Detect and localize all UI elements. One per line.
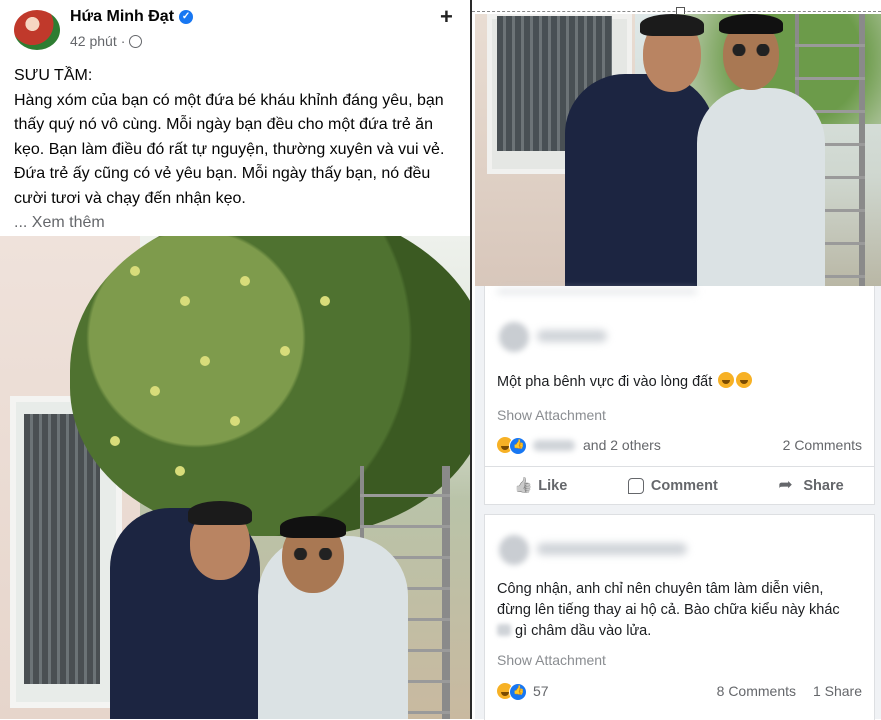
post-heading: SƯU TẦM: <box>14 67 93 84</box>
author-avatar[interactable] <box>14 10 60 50</box>
photo-fruit <box>280 346 290 356</box>
comment-button[interactable]: Comment <box>627 478 718 494</box>
photo-fruit <box>110 436 120 446</box>
post-text: SƯU TẦM: Hàng xóm của bạn có một đứa bé … <box>14 64 464 236</box>
photo-fruit <box>240 276 250 286</box>
photo-fruit <box>200 356 210 366</box>
author-name-text[interactable]: Hứa Minh Đạt <box>70 8 174 26</box>
comments-panel: Một pha bênh vực đi vào lòng đất Show At… <box>475 286 881 720</box>
comment-count[interactable]: 8 Comments <box>717 683 796 699</box>
action-bar: Like Comment Share <box>485 466 874 505</box>
comment-line-2: đừng lên tiếng thay ai hộ cả. Bào chữa k… <box>497 602 840 618</box>
like-reaction-icon <box>509 437 527 455</box>
photo-person-right <box>697 88 825 286</box>
closeup-photo[interactable] <box>475 14 881 286</box>
comment-count[interactable]: 2 Comments <box>783 437 862 453</box>
post-photo[interactable] <box>0 236 470 719</box>
like-button[interactable]: Like <box>515 478 567 494</box>
photo-sunglasses <box>727 44 775 56</box>
post-time[interactable]: 42 phút <box>70 33 117 49</box>
photo-hair-right <box>280 516 346 538</box>
verified-badge-icon: ✓ <box>179 10 194 24</box>
like-reaction-icon <box>509 683 527 701</box>
photo-fruit <box>320 296 330 306</box>
photo-hair-right <box>719 14 783 34</box>
photo-fruit <box>230 416 240 426</box>
blurred-avatar <box>499 535 529 565</box>
blurred-avatar <box>499 322 529 352</box>
photo-person-left <box>565 74 715 286</box>
public-globe-icon <box>129 34 143 48</box>
laughing-emoji-icon <box>718 372 735 388</box>
comment-text-body: Một pha bênh vực đi vào lòng đất <box>497 374 713 390</box>
reaction-others[interactable]: and 2 others <box>583 437 661 453</box>
blurred-word <box>497 624 511 636</box>
see-more-row: ... Xem thêm <box>14 211 464 236</box>
comment-bubble-icon <box>627 478 644 494</box>
show-attachment-link[interactable]: Show Attachment <box>497 652 606 668</box>
photo-fruit <box>180 296 190 306</box>
photo-hair-left <box>640 14 704 36</box>
comment-text: Một pha bênh vực đi vào lòng đất <box>497 372 753 393</box>
photo-hair-left <box>188 501 252 525</box>
comment-text: Công nhận, anh chỉ nên chuyên tâm làm di… <box>497 579 840 642</box>
show-attachment-link[interactable]: Show Attachment <box>497 407 606 423</box>
blurred-top <box>497 290 697 293</box>
comment-card: Công nhận, anh chỉ nên chuyên tâm làm di… <box>484 514 875 720</box>
post-meta: 42 phút · <box>70 33 143 49</box>
collage-divider <box>470 0 472 719</box>
photo-fruit <box>130 266 140 276</box>
meta-separator: · <box>120 33 126 49</box>
laughing-emoji-icon <box>736 372 753 388</box>
comment-line-3-row: gì châm dầu vào lửa. <box>497 621 840 642</box>
comment-line-3: gì châm dầu vào lửa. <box>515 623 652 639</box>
blurred-name <box>537 543 687 555</box>
author-name[interactable]: Hứa Minh Đạt ✓ <box>70 8 194 26</box>
blurred-reactor-name <box>533 440 575 451</box>
photo-fruit <box>150 386 160 396</box>
like-label: Like <box>538 478 568 494</box>
see-more-link[interactable]: Xem thêm <box>32 214 105 231</box>
photo-fruit <box>175 466 185 476</box>
reaction-row: 57 8 Comments 1 Share <box>497 682 862 702</box>
blurred-name <box>537 330 607 342</box>
share-arrow-icon <box>778 475 796 495</box>
facebook-post: Hứa Minh Đạt ✓ 42 phút · + SƯU TẦM: Hàng… <box>0 0 470 719</box>
reaction-row: and 2 others 2 Comments <box>497 436 862 456</box>
share-label: Share <box>803 478 844 494</box>
reaction-count[interactable]: 57 <box>533 683 549 699</box>
plus-icon[interactable]: + <box>440 4 453 30</box>
share-count[interactable]: 1 Share <box>813 683 862 699</box>
ellipsis: ... <box>14 214 28 231</box>
comment-card: Một pha bênh vực đi vào lòng đất Show At… <box>484 286 875 505</box>
post-paragraph: Hàng xóm của bạn có một đứa bé kháu khỉn… <box>14 91 445 207</box>
thumbs-up-icon <box>515 478 531 494</box>
comment-label: Comment <box>650 478 718 494</box>
share-button[interactable]: Share <box>778 475 844 495</box>
photo-window-blinds <box>24 414 100 684</box>
photo-sunglasses <box>288 548 338 560</box>
comment-line-1: Công nhận, anh chỉ nên chuyên tâm làm di… <box>497 581 824 597</box>
